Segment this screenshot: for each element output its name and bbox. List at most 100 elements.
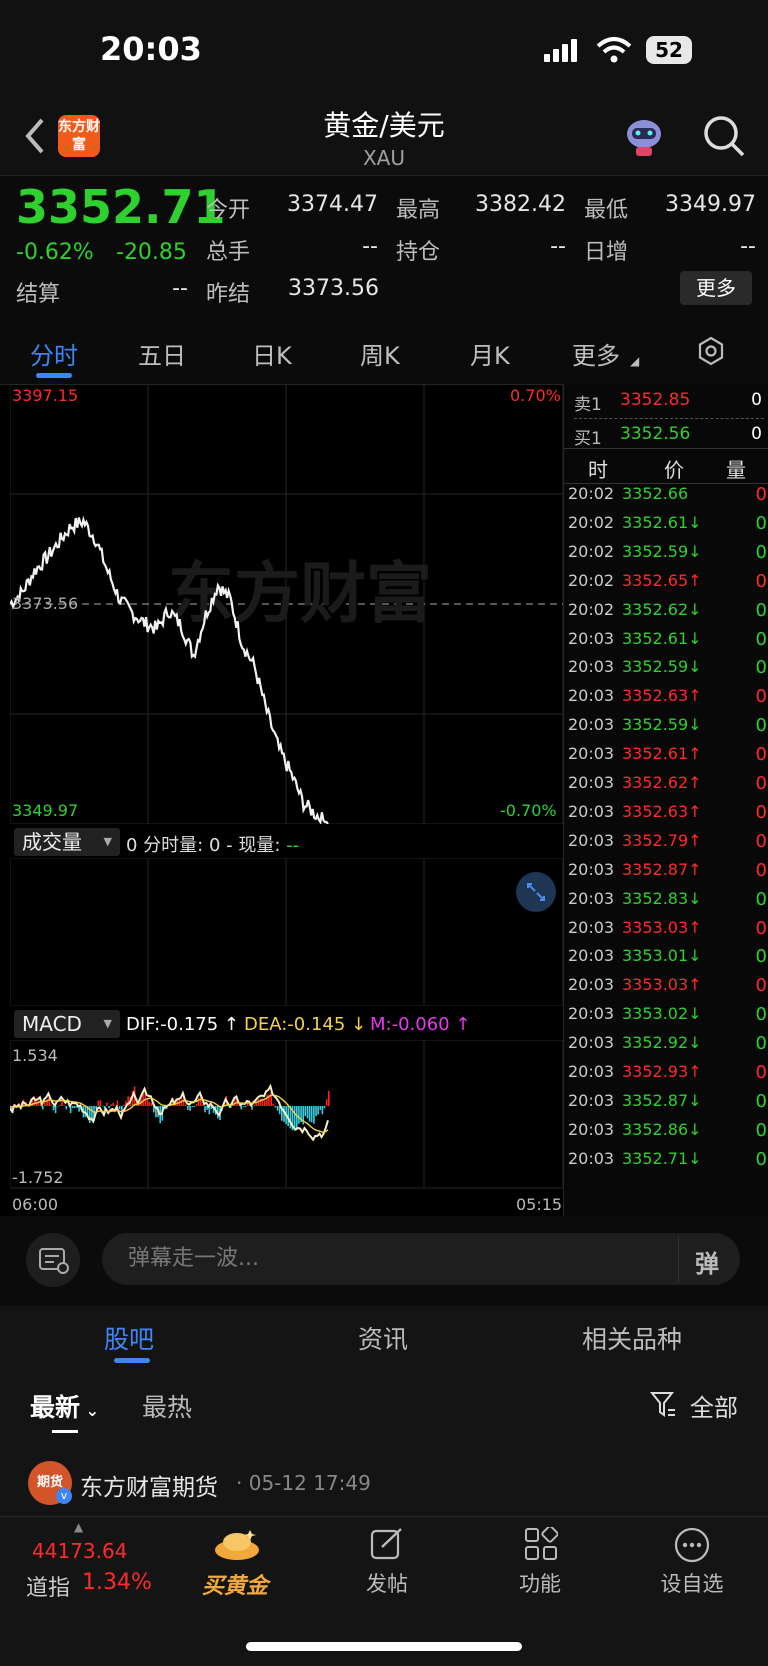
tick-price: 3352.62↓: [622, 600, 702, 619]
danmu-input[interactable]: 弹幕走一波...: [102, 1233, 740, 1285]
macd-histogram-bar: [147, 1099, 149, 1106]
macd-histogram-bar: [112, 1103, 114, 1106]
signal-icon: [544, 38, 584, 68]
tick-volume: 0: [756, 600, 767, 621]
macd-histogram-bar: [324, 1106, 326, 1108]
status-time: 20:03: [100, 30, 202, 68]
chart-watermark: 东方财富: [168, 555, 432, 632]
tick-price: 3352.65↑: [622, 571, 702, 590]
tab-related[interactable]: 相关品种: [582, 1320, 682, 1356]
filter-all[interactable]: 全部: [690, 1388, 738, 1423]
tab-five-day[interactable]: 五日: [138, 336, 186, 371]
tab-guba-indicator: [114, 1358, 150, 1363]
gold-ingot-icon[interactable]: [212, 1526, 262, 1566]
tab-news[interactable]: 资讯: [358, 1320, 408, 1356]
dayinc-value: --: [680, 234, 756, 259]
macd-histogram-bar: [311, 1106, 313, 1122]
tick-price: 3352.61↓: [622, 629, 702, 648]
quote-more-button[interactable]: 更多: [680, 271, 752, 305]
tick-volume: 0: [756, 571, 767, 592]
tick-time: 20:03: [568, 744, 614, 763]
tab-intraday[interactable]: 分时: [30, 336, 78, 371]
tick-price: 3352.59↓: [622, 715, 702, 734]
tick-price: 3352.66: [622, 484, 688, 503]
tick-volume: 0: [756, 657, 767, 678]
tick-time: 20:03: [568, 1149, 614, 1168]
macd-histogram-bar: [328, 1091, 330, 1106]
low-value: 3349.97: [644, 192, 756, 217]
volume-label: 总手: [206, 234, 250, 266]
chart-bottom-pct: -0.70%: [500, 801, 557, 820]
macd-histogram-bar: [42, 1106, 44, 1109]
buy-gold-button[interactable]: 买黄金: [202, 1568, 268, 1600]
macd-histogram-bar: [189, 1106, 191, 1111]
buy-row: 买1 3352.56 0: [574, 424, 764, 449]
tick-price: 3352.93↑: [622, 1062, 702, 1081]
settings-icon[interactable]: [696, 336, 726, 370]
volume-selector[interactable]: 成交量 ▼: [14, 828, 120, 856]
up-arrow-icon: ▲: [74, 1520, 83, 1534]
tick-time: 20:03: [568, 1062, 614, 1081]
prev-label: 昨结: [206, 276, 250, 308]
robot-assistant-icon[interactable]: [622, 116, 666, 162]
macd-histogram-bar: [196, 1104, 198, 1106]
tick-volume: 0: [756, 802, 767, 823]
nav-functions[interactable]: 功能: [490, 1568, 590, 1598]
tick-volume: 0: [756, 1091, 767, 1112]
tick-time: 20:02: [568, 600, 614, 619]
more-dots-icon[interactable]: [674, 1527, 710, 1567]
sort-newest[interactable]: 最新 ⌄: [30, 1388, 99, 1424]
search-icon[interactable]: [702, 114, 746, 162]
tab-more[interactable]: 更多: [572, 336, 620, 371]
tick-price: 3352.92↓: [622, 1033, 702, 1052]
tick-row: 20:02 3352.62↓ 0: [564, 600, 768, 631]
danmu-send-button[interactable]: 弹: [678, 1236, 739, 1282]
intraday-price-chart[interactable]: 东方财富: [10, 384, 563, 824]
tick-volume: 0: [756, 715, 767, 736]
tick-list[interactable]: 20:023352.66020:023352.61↓020:023352.59↓…: [564, 484, 768, 1214]
danmu-toggle-icon[interactable]: [26, 1233, 80, 1287]
tick-volume: 0: [756, 860, 767, 881]
tick-time: 20:03: [568, 773, 614, 792]
battery-icon: 52: [646, 36, 692, 64]
orderbook: 卖1 3352.85 0 买1 3352.56 0 时 价 量 20:02335…: [563, 384, 768, 1216]
tab-daily-k[interactable]: 日K: [252, 336, 292, 371]
filter-icon[interactable]: [650, 1390, 676, 1422]
macd-histogram-bar: [266, 1095, 268, 1106]
dropdown-icon: ▼: [104, 1010, 112, 1038]
tick-price: 3352.79↑: [622, 831, 702, 850]
macd-histogram-bar: [260, 1098, 262, 1106]
macd-selector-label: MACD: [22, 1012, 82, 1036]
macd-histogram-bar: [320, 1106, 322, 1110]
post-author[interactable]: 东方财富期货: [80, 1468, 218, 1502]
chevron-down-icon: ◢: [630, 354, 639, 368]
tick-row: 20:033352.87↑0: [564, 860, 768, 891]
tick-volume: 0: [756, 889, 767, 910]
edit-icon[interactable]: [370, 1527, 404, 1565]
tick-volume: 0: [756, 1033, 767, 1054]
grid-apps-icon[interactable]: [524, 1527, 558, 1565]
expand-icon[interactable]: [516, 872, 556, 912]
nav-add-watchlist[interactable]: 设自选: [642, 1568, 742, 1598]
tick-time: 20:03: [568, 686, 614, 705]
tick-row: 20:023352.59↓0: [564, 542, 768, 573]
tick-row: 20:023352.61↓0: [564, 513, 768, 544]
tab-guba[interactable]: 股吧: [104, 1320, 154, 1356]
tick-time: 20:03: [568, 629, 614, 648]
tick-time: 20:03: [568, 889, 614, 908]
sort-hottest[interactable]: 最热: [142, 1388, 192, 1424]
macd-histogram-bar: [298, 1106, 300, 1124]
tick-time: 20:02: [568, 513, 614, 532]
macd-selector[interactable]: MACD ▼: [14, 1010, 120, 1038]
tick-row: 20:033353.02↓0: [564, 1004, 768, 1035]
macd-histogram-bar: [187, 1106, 189, 1110]
tick-price: 3352.71↓: [622, 1149, 702, 1168]
nav-post[interactable]: 发帖: [337, 1568, 437, 1598]
dow-index-value[interactable]: 44173.64: [32, 1539, 127, 1563]
tick-time: 20:02: [568, 484, 614, 503]
verified-badge-icon: v: [56, 1488, 72, 1504]
tab-monthly-k[interactable]: 月K: [470, 336, 510, 371]
tab-weekly-k[interactable]: 周K: [360, 336, 400, 371]
macd-histogram-bar: [123, 1105, 125, 1106]
sort-newest-indicator: [52, 1430, 78, 1433]
